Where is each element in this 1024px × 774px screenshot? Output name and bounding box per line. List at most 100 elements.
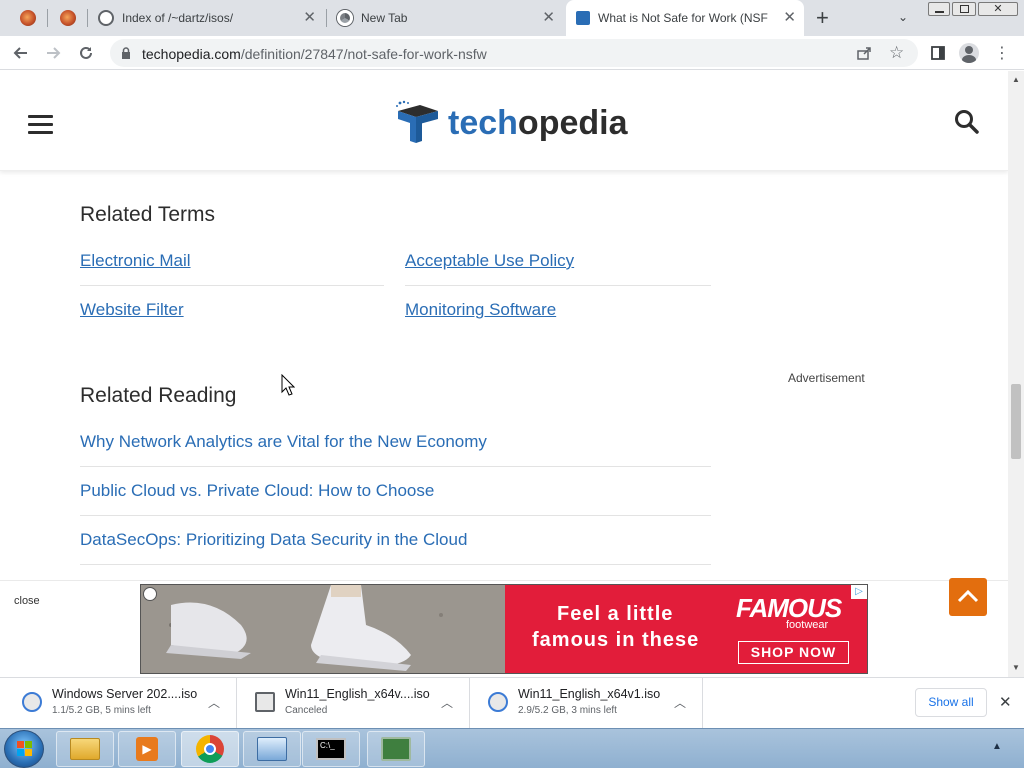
show-all-button[interactable]: Show all bbox=[915, 688, 987, 717]
download-filename: Windows Server 202....iso bbox=[52, 687, 198, 701]
tab-title: What is Not Safe for Work (NSFW)? bbox=[598, 11, 768, 25]
chrome-icon bbox=[196, 735, 224, 763]
minimize-button[interactable] bbox=[928, 2, 950, 16]
new-tab-button[interactable]: + bbox=[816, 5, 829, 31]
related-terms-heading: Related Terms bbox=[80, 203, 216, 226]
close-icon[interactable]: ✕ bbox=[303, 10, 316, 26]
reload-icon[interactable] bbox=[74, 41, 98, 65]
related-term-link[interactable]: Website Filter bbox=[80, 300, 184, 320]
media-player-icon: ▶ bbox=[136, 737, 158, 761]
profile-avatar-icon[interactable] bbox=[957, 41, 981, 65]
ad-headline-line1: Feel a little bbox=[557, 603, 674, 625]
iso-file-icon bbox=[255, 692, 275, 712]
download-filename: Win11_English_x64v....iso bbox=[285, 687, 430, 701]
ad-brand-sub: footwear bbox=[786, 619, 829, 631]
divider bbox=[80, 515, 711, 516]
taskbar-media-player[interactable]: ▶ bbox=[118, 731, 176, 767]
download-item[interactable]: Win11_English_x64v1.iso 2.9/5.2 GB, 3 mi… bbox=[470, 678, 703, 729]
taskbar-explorer[interactable] bbox=[56, 731, 114, 767]
globe-icon bbox=[98, 10, 114, 26]
download-status: Canceled bbox=[285, 705, 328, 716]
ad-photo-sneakers bbox=[141, 585, 505, 673]
close-icon[interactable]: ✕ bbox=[999, 693, 1012, 711]
folder-icon bbox=[70, 738, 100, 760]
iso-file-icon bbox=[22, 692, 42, 712]
lock-icon[interactable] bbox=[121, 46, 131, 59]
back-icon[interactable] bbox=[9, 41, 33, 65]
related-reading-link[interactable]: Why Network Analytics are Vital for the … bbox=[80, 432, 487, 452]
browser-favicon bbox=[60, 10, 76, 26]
tab-title: Index of /~dartz/isos/ bbox=[122, 11, 234, 25]
hamburger-menu-icon[interactable] bbox=[28, 115, 53, 139]
related-reading-link[interactable]: DataSecOps: Prioritizing Data Security i… bbox=[80, 530, 467, 550]
related-reading-link[interactable]: Public Cloud vs. Private Cloud: How to C… bbox=[80, 481, 434, 501]
tab-pinned-2[interactable] bbox=[50, 0, 86, 36]
ad-headline-line2: famous in these bbox=[532, 629, 700, 651]
divider bbox=[405, 285, 711, 286]
divider bbox=[80, 285, 384, 286]
tab-strip: Index of /~dartz/isos/ ✕ New Tab ✕ What … bbox=[0, 0, 1024, 36]
close-icon[interactable]: ✕ bbox=[783, 10, 796, 26]
ad-banner[interactable]: Feel a little famous in these FAMOUS foo… bbox=[140, 584, 868, 674]
ad-close-button[interactable]: close bbox=[8, 593, 46, 609]
divider bbox=[80, 564, 711, 565]
bookmark-star-icon[interactable]: ☆ bbox=[889, 43, 904, 63]
tab-search-icon[interactable]: ⌄ bbox=[898, 10, 908, 24]
tab-new-tab[interactable]: New Tab ✕ bbox=[335, 0, 563, 36]
logo-opedia: opedia bbox=[517, 104, 628, 142]
taskbar-chrome[interactable] bbox=[181, 731, 239, 767]
logo-tech: tech bbox=[448, 104, 518, 142]
scrollbar-thumb[interactable] bbox=[1011, 384, 1021, 459]
windows-taskbar: ▶ C:\_ ▲ bbox=[0, 728, 1024, 768]
chrome-icon bbox=[337, 10, 353, 26]
download-status: 2.9/5.2 GB, 3 mins left bbox=[518, 705, 617, 716]
url-text[interactable]: techopedia.com/definition/27847/not-safe… bbox=[142, 46, 487, 62]
chevron-up-icon[interactable]: ︿ bbox=[441, 694, 453, 711]
browser-toolbar: techopedia.com/definition/27847/not-safe… bbox=[0, 36, 1024, 70]
start-button[interactable] bbox=[4, 730, 44, 768]
techopedia-logo[interactable]: techopedia bbox=[448, 104, 628, 143]
site-header: techopedia bbox=[0, 71, 1008, 171]
browser-favicon bbox=[20, 10, 36, 26]
related-term-link[interactable]: Acceptable Use Policy bbox=[405, 251, 574, 271]
forward-icon[interactable] bbox=[41, 41, 65, 65]
taskbar-command-prompt[interactable]: C:\_ bbox=[302, 731, 360, 767]
menu-kebab-icon[interactable]: ⋮ bbox=[990, 41, 1014, 65]
back-to-top-button[interactable] bbox=[949, 578, 987, 616]
search-icon[interactable] bbox=[954, 109, 980, 140]
close-window-button[interactable]: ✕ bbox=[978, 2, 1018, 16]
tray-arrow-icon[interactable]: ▲ bbox=[992, 741, 1002, 752]
downloads-bar: Windows Server 202....iso 1.1/5.2 GB, 5 … bbox=[0, 677, 1024, 729]
share-icon[interactable] bbox=[856, 45, 872, 66]
adchoices-icon[interactable] bbox=[143, 587, 157, 601]
restore-button[interactable] bbox=[952, 2, 976, 16]
tab-index-isos[interactable]: Index of /~dartz/isos/ ✕ bbox=[96, 0, 324, 36]
url-domain: techopedia.com bbox=[142, 46, 241, 62]
chevron-up-icon[interactable]: ︿ bbox=[208, 694, 220, 711]
download-item[interactable]: Windows Server 202....iso 1.1/5.2 GB, 5 … bbox=[4, 678, 237, 729]
chevron-up-icon[interactable]: ︿ bbox=[674, 694, 686, 711]
scroll-down-arrow[interactable]: ▼ bbox=[1012, 663, 1020, 672]
related-term-link[interactable]: Monitoring Software bbox=[405, 300, 556, 320]
control-panel-icon bbox=[257, 737, 287, 761]
scroll-up-arrow[interactable]: ▲ bbox=[1012, 75, 1020, 84]
tab-techopedia[interactable]: What is Not Safe for Work (NSFW)? ✕ bbox=[566, 0, 804, 36]
taskbar-remote-app[interactable] bbox=[367, 731, 425, 767]
download-item[interactable]: Win11_English_x64v....iso Canceled ︿ bbox=[237, 678, 470, 729]
techopedia-favicon bbox=[576, 11, 590, 25]
related-reading-heading: Related Reading bbox=[80, 384, 237, 407]
close-icon[interactable]: ✕ bbox=[542, 10, 555, 26]
page-scrollbar[interactable]: ▲ ▼ bbox=[1008, 71, 1024, 677]
download-status: 1.1/5.2 GB, 5 mins left bbox=[52, 705, 151, 716]
advertisement-label: Advertisement bbox=[788, 371, 865, 385]
command-prompt-icon: C:\_ bbox=[316, 738, 346, 760]
ad-info-icon[interactable]: ▷ bbox=[851, 585, 867, 599]
address-bar[interactable]: techopedia.com/definition/27847/not-safe… bbox=[110, 39, 918, 67]
ad-shop-now-button[interactable]: SHOP NOW bbox=[738, 641, 849, 664]
side-panel-icon[interactable] bbox=[926, 41, 950, 65]
tab-pinned-1[interactable] bbox=[10, 0, 46, 36]
techopedia-logo-icon[interactable] bbox=[394, 99, 440, 145]
taskbar-control-panel[interactable] bbox=[243, 731, 301, 767]
related-term-link[interactable]: Electronic Mail bbox=[80, 251, 191, 271]
monitor-icon bbox=[381, 737, 411, 761]
